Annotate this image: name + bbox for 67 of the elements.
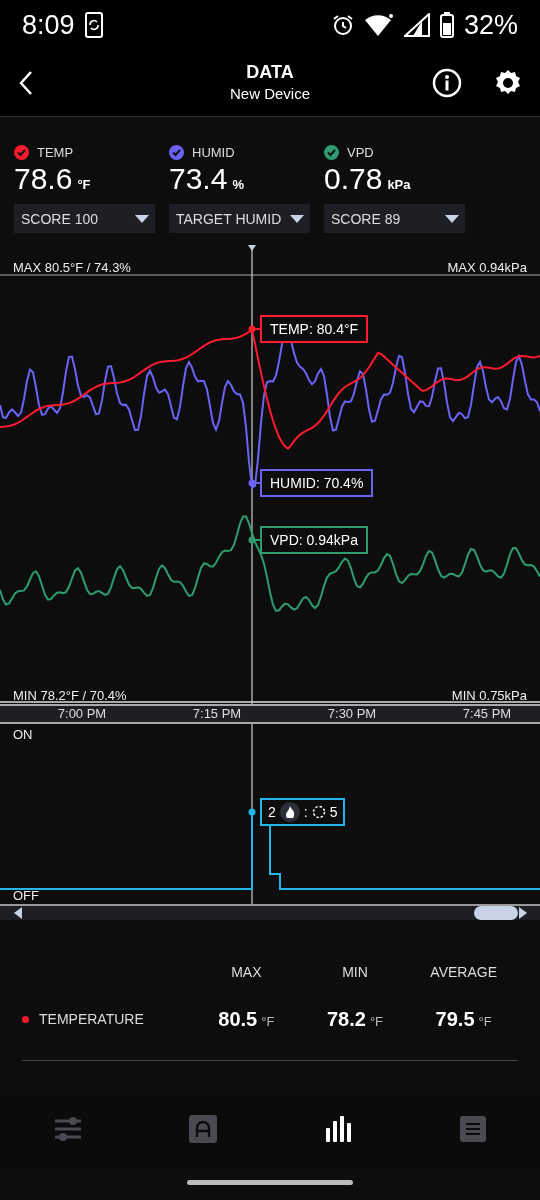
tooltip-count: 5 (329, 804, 338, 820)
sliders-tab[interactable] (53, 1116, 82, 1142)
phone-sync-icon (84, 12, 103, 38)
column-header: MAX (230, 964, 263, 980)
sensor-label: VPD (347, 145, 374, 160)
cursor-dot (248, 536, 256, 544)
sensor-checkbox[interactable] (14, 145, 29, 160)
state-off-label: OFF (13, 888, 39, 903)
scroll-left-icon[interactable] (14, 907, 22, 919)
stat-value: 78.2 (326, 1007, 366, 1031)
sensor-unit: °F (77, 177, 91, 192)
value-tooltip: VPD: 0.94kPa (260, 526, 368, 554)
status-time: 8:09 (22, 9, 75, 41)
signal-icon (403, 13, 430, 37)
tooltip-count: 2 (268, 804, 276, 820)
row-label: TEMPERATURE (39, 1011, 144, 1027)
stat-unit: °F (261, 1013, 275, 1029)
caret-icon (445, 214, 459, 223)
caret-icon (290, 214, 304, 223)
chart-tab[interactable] (324, 1116, 353, 1142)
sensor-unit: % (232, 177, 244, 192)
cursor-dot (248, 479, 256, 487)
min-label: MIN 0.75kPa (451, 688, 527, 703)
alarm-icon (331, 14, 354, 36)
time-label: 7:15 PM (192, 706, 242, 721)
flame-icon (279, 802, 300, 822)
value-tooltip: TEMP: 80.4°F (260, 315, 369, 343)
score-dropdown[interactable]: TARGET HUMID (169, 204, 310, 233)
time-label: 7:30 PM (327, 706, 377, 721)
sensor-label: HUMID (192, 145, 235, 160)
sensor-label: TEMP (37, 145, 74, 160)
min-label: MIN 78.2°F / 70.4% (13, 688, 127, 703)
cursor-marker-icon[interactable] (248, 245, 256, 251)
stat-unit: °F (478, 1013, 492, 1029)
sensor-checkbox[interactable] (169, 145, 184, 160)
wifi-icon (363, 13, 394, 37)
stat-unit: °F (369, 1013, 384, 1029)
score-dropdown[interactable]: SCORE 100 (14, 204, 155, 233)
column-header: AVERAGE (429, 964, 498, 980)
value-tooltip: HUMID: 70.4% (260, 469, 374, 497)
time-label: 7:00 PM (57, 706, 107, 721)
dotted-circle-icon (311, 805, 326, 819)
cursor-dot (248, 808, 256, 816)
sensor-value: 73.4 (169, 162, 228, 196)
sensor-value: 78.6 (14, 162, 73, 196)
stat-value: 80.5 (218, 1007, 258, 1031)
time-label: 7:45 PM (462, 706, 512, 721)
max-label: MAX 80.5°F / 74.3% (13, 260, 131, 275)
chart-scrollbar[interactable] (0, 904, 540, 920)
settings-button[interactable] (494, 69, 522, 97)
max-label: MAX 0.94kPa (447, 260, 527, 275)
state-on-label: ON (13, 727, 33, 742)
sensor-checkbox[interactable] (324, 145, 339, 160)
sensor-unit: kPa (387, 177, 411, 192)
back-button[interactable] (18, 70, 34, 96)
tooltip-separator: : (303, 804, 308, 820)
info-button[interactable] (432, 68, 462, 98)
column-header: MIN (341, 964, 369, 980)
sensor-value: 0.78 (324, 162, 383, 196)
device-name: New Device (230, 85, 310, 102)
battery-percent: 32% (463, 9, 518, 41)
page-title: DATA (246, 62, 294, 83)
caret-icon (135, 214, 149, 223)
battery-icon (439, 12, 454, 38)
score-dropdown[interactable]: SCORE 89 (324, 204, 465, 233)
stat-value: 79.5 (435, 1007, 475, 1031)
cursor-dot (248, 325, 256, 333)
